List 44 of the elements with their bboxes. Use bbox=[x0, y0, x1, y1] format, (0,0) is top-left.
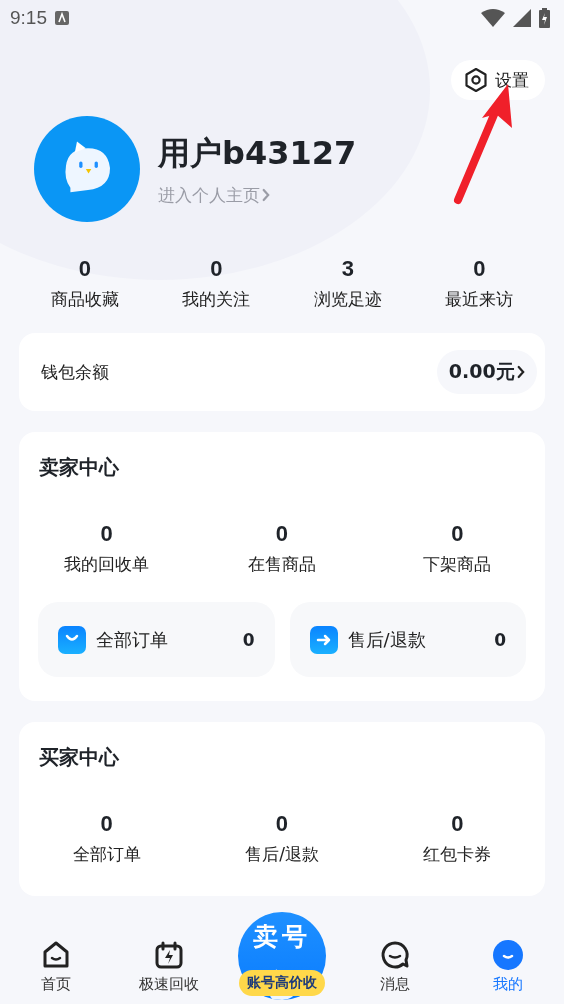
stat-label[interactable]: 在售商品 bbox=[248, 553, 316, 576]
section-title: 卖家中心 bbox=[38, 454, 120, 481]
smile-circle-icon bbox=[491, 939, 524, 971]
stat-value: 0 bbox=[275, 811, 289, 837]
wallet-balance-button[interactable]: 0.00元 bbox=[436, 350, 537, 394]
arrow-right-icon bbox=[309, 625, 338, 654]
tab[interactable]: 极速回收 bbox=[112, 910, 226, 1004]
settings-icon bbox=[463, 67, 489, 93]
stat-label[interactable]: 售后/退款 bbox=[245, 843, 319, 866]
tab[interactable]: 首页 bbox=[0, 910, 113, 1004]
stat-value: 0 bbox=[78, 256, 91, 282]
settings-button[interactable]: 设置 bbox=[451, 60, 545, 100]
stat-value: 0 bbox=[100, 521, 113, 547]
calendar-bolt-icon bbox=[153, 939, 186, 971]
tab[interactable]: 消息 bbox=[338, 910, 452, 1004]
shortcut-button[interactable]: 售后/退款 0 bbox=[289, 602, 526, 677]
wifi-icon bbox=[481, 9, 505, 27]
status-time: 9:15 bbox=[10, 7, 47, 29]
stat-value: 0 bbox=[451, 521, 464, 547]
stat-label[interactable]: 全部订单 bbox=[72, 843, 141, 866]
stat-value: 0 bbox=[100, 811, 113, 837]
stat-label[interactable]: 商品收藏 bbox=[50, 288, 119, 311]
user-name: 用户b43127 bbox=[158, 132, 357, 174]
chevron-right-icon bbox=[516, 365, 525, 379]
tab[interactable]: 我的 bbox=[451, 910, 564, 1004]
stat-value: 3 bbox=[341, 256, 354, 282]
wallet-label: 钱包余额 bbox=[41, 360, 109, 384]
stat-label[interactable]: 我的回收单 bbox=[64, 553, 150, 576]
stat-label[interactable]: 红包卡券 bbox=[423, 843, 492, 866]
section-title: 买家中心 bbox=[38, 744, 120, 771]
stat-value: 0 bbox=[210, 256, 223, 282]
stat-value: 0 bbox=[275, 521, 289, 547]
battery-icon bbox=[539, 8, 550, 28]
stat-value: 0 bbox=[473, 256, 486, 282]
stat-value: 0 bbox=[451, 811, 464, 837]
shortcut-button[interactable]: 全部订单 0 bbox=[38, 602, 275, 677]
stat-label[interactable]: 最近来访 bbox=[445, 288, 514, 311]
chevron-right-icon bbox=[262, 188, 271, 202]
stat-label[interactable]: 我的关注 bbox=[182, 288, 251, 311]
stat-label[interactable]: 下架商品 bbox=[423, 553, 492, 576]
signal-icon bbox=[513, 9, 531, 27]
bag-icon bbox=[58, 625, 86, 654]
stat-label[interactable]: 浏览足迹 bbox=[313, 288, 382, 311]
avatar[interactable] bbox=[34, 116, 140, 222]
